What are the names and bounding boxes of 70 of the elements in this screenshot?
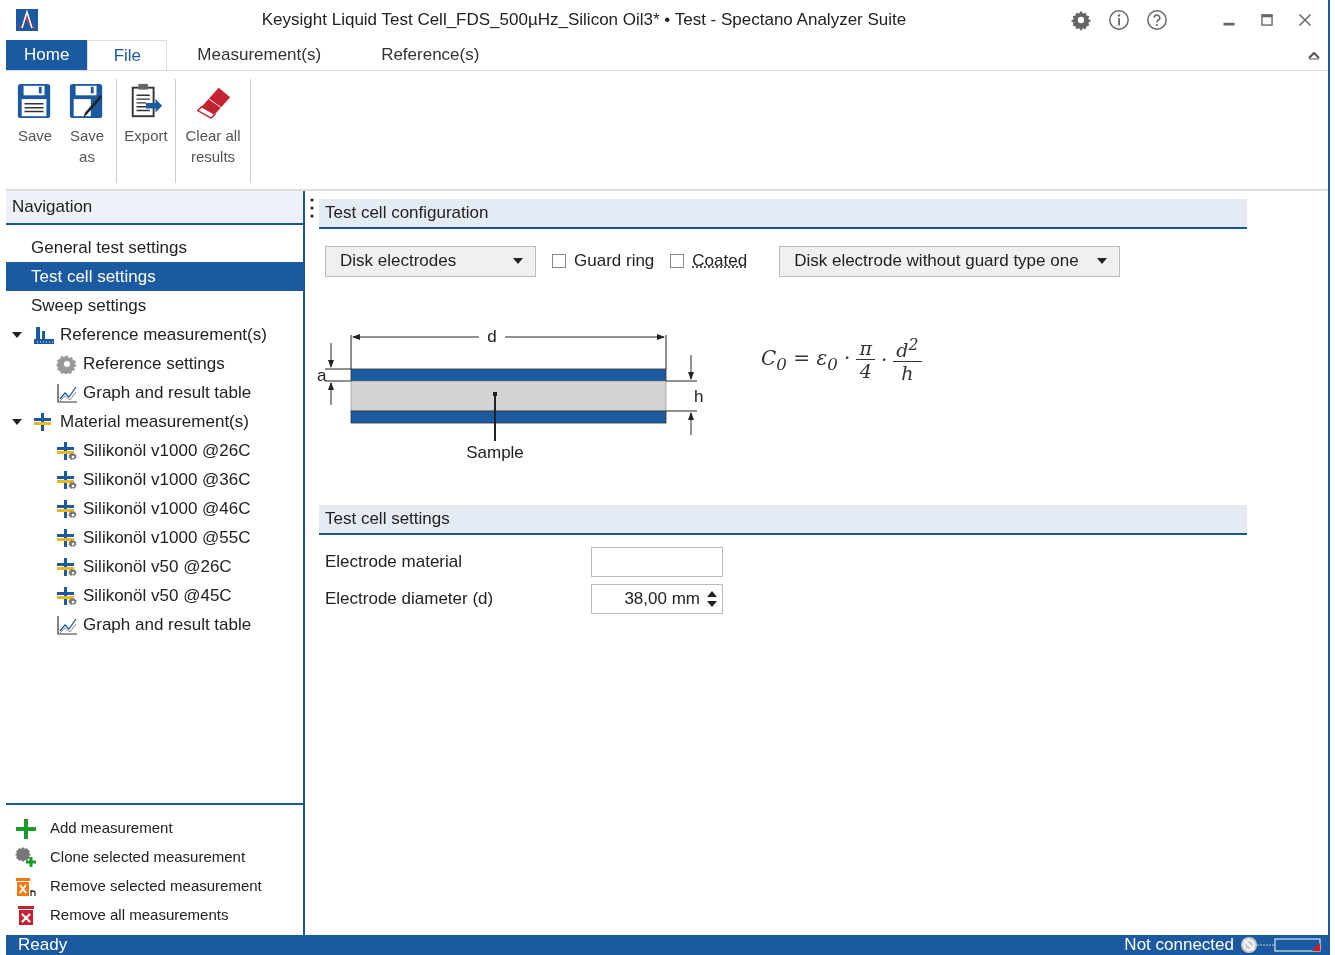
action-item[interactable]: Remove all measurements [6, 900, 303, 929]
navigation-item[interactable]: Reference measurement(s) [6, 320, 303, 349]
field-label: Electrode diameter (d) [325, 588, 495, 609]
action-item[interactable]: Clone selected measurement [6, 842, 303, 871]
ruler-icon [33, 324, 55, 345]
formula-text: · [880, 347, 888, 372]
sample-label: Sample [466, 443, 524, 462]
section-header: Test cell settings [319, 505, 1247, 535]
navigation-item[interactable]: Test cell settings [6, 262, 303, 291]
info-icon[interactable] [1108, 9, 1130, 31]
section-header: Test cell configuration [319, 199, 1247, 229]
fraction-denominator: h [901, 362, 914, 385]
navigation-item[interactable]: Silikonöl v50 @26C [6, 552, 303, 581]
ribbon-tab[interactable]: Reference(s) [351, 40, 510, 70]
navigation-item[interactable]: Material measurement(s) [6, 407, 303, 436]
dropdown[interactable]: Disk electrodes [325, 245, 536, 277]
leader-line [493, 392, 497, 442]
ribbon-tab[interactable]: Home [6, 40, 88, 70]
navigation-item[interactable]: Graph and result table [6, 610, 303, 639]
app-logo-icon [16, 9, 38, 31]
navigation-item[interactable]: Silikonöl v1000 @26C [6, 436, 303, 465]
checkbox[interactable]: Coated [670, 251, 748, 271]
fraction-denominator: 4 [859, 360, 872, 383]
fraction-numerator: π [856, 337, 875, 361]
ribbon-tab[interactable]: File [87, 40, 168, 70]
formula-text: C$_{0}$ = ε$_{0}$ · [761, 345, 851, 374]
window-title: Keysight Liquid Test Cell_FDS_500µHz_Silicon Oil3* • Test - Spectano Analyzer Suite [260, 10, 908, 30]
action-item[interactable]: Add measurement [6, 813, 303, 842]
navigation-header: Navigation [6, 191, 303, 225]
capacitor-gear-icon [56, 556, 78, 577]
fraction-numerator: d$^{2}$ [893, 335, 922, 363]
navigation-item[interactable]: Silikonöl v50 @45C [6, 581, 303, 610]
action-item[interactable]: Remove selected measurement [6, 871, 303, 900]
navigation-item[interactable]: Sweep settings [6, 291, 303, 320]
capacitor-gear-icon [56, 585, 78, 606]
checkbox[interactable]: Guard ring [552, 251, 655, 271]
navigation-item[interactable]: Silikonöl v1000 @46C [6, 494, 303, 523]
navigation-item[interactable]: Reference settings [6, 349, 303, 378]
navigation-item[interactable]: Silikonöl v1000 @55C [6, 523, 303, 552]
connection-status: Not connected [1124, 935, 1234, 955]
input-field[interactable] [591, 546, 723, 577]
gear-plus-icon [14, 845, 38, 868]
dimension-label: a [317, 366, 327, 385]
number-field[interactable]: 38,00 mm [591, 583, 723, 614]
navigation-item[interactable]: Silikonöl v1000 @36C [6, 465, 303, 494]
help-icon[interactable] [1146, 9, 1168, 31]
navigation-item[interactable]: General test settings [6, 233, 303, 262]
capacitor-gear-icon [56, 440, 78, 461]
dimension-label: h [694, 387, 704, 406]
caret-icon [513, 257, 523, 265]
capacitor-gear-icon [56, 527, 78, 548]
capacitor-gear-icon [56, 498, 78, 519]
plus-icon [14, 816, 38, 839]
status-text: Ready [18, 935, 68, 955]
gear-icon [56, 353, 78, 374]
line-chart-icon [56, 614, 78, 635]
capacitor-gear-icon [56, 469, 78, 490]
save-button[interactable]: Save [10, 79, 60, 183]
navigation-item[interactable]: Graph and result table [6, 378, 303, 407]
ribbon-tab[interactable]: Measurement(s) [167, 40, 352, 70]
field-label: Electrode material [325, 551, 463, 572]
export-button[interactable]: Export [121, 79, 171, 183]
dropdown[interactable]: Disk electrode without guard type one [779, 245, 1121, 277]
settings-icon[interactable] [1070, 9, 1092, 31]
save-as-button[interactable]: Save as [62, 79, 112, 183]
caret-icon [1097, 257, 1108, 265]
splitter-grip-icon[interactable] [310, 197, 314, 219]
dimension-label: d [487, 327, 497, 346]
clear-button[interactable]: Clear all results [180, 79, 246, 183]
line-chart-icon [56, 382, 78, 403]
